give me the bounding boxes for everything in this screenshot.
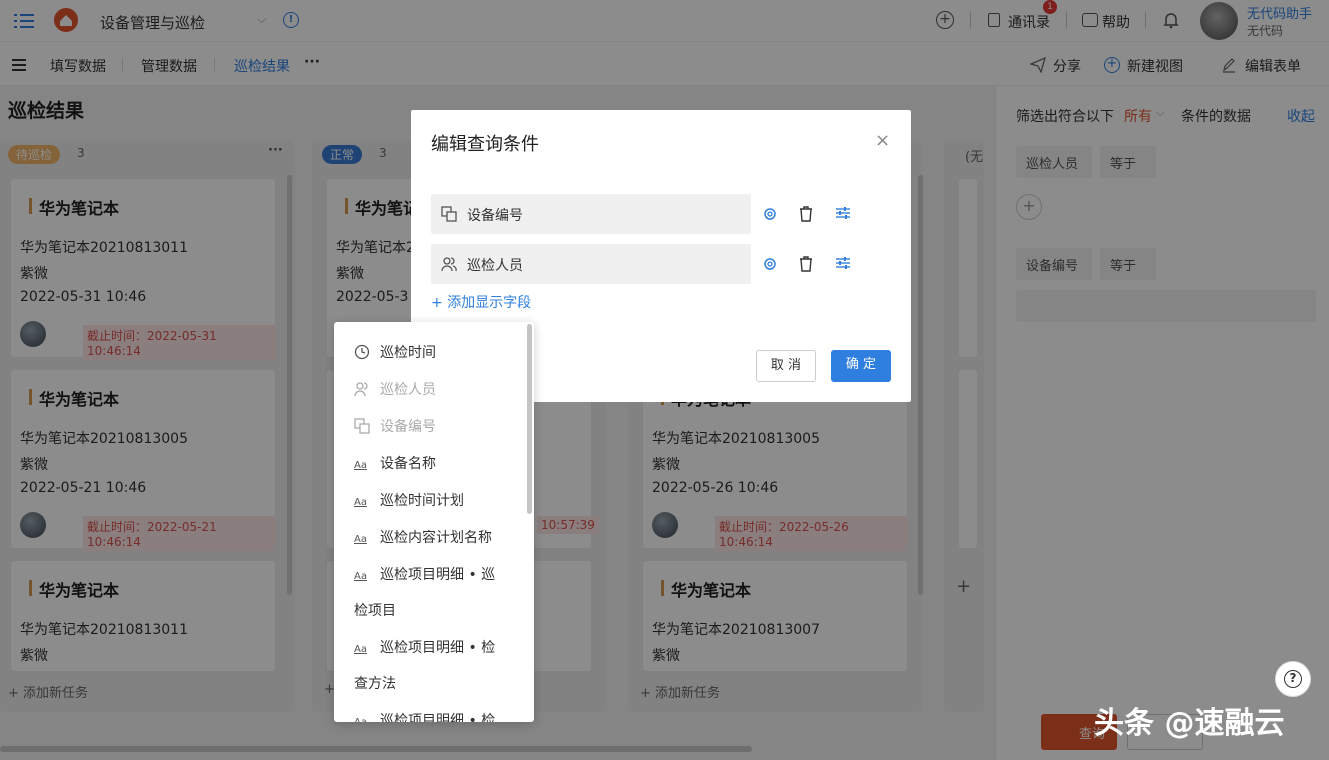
- dropdown-item-label: 巡检项目明细 • 巡: [380, 567, 496, 583]
- field-label: 设备编号: [467, 208, 523, 224]
- help-float-button[interactable]: ?: [1275, 661, 1311, 697]
- dropdown-item: 巡检人员: [354, 379, 436, 399]
- dropdown-item-label: 巡检时间计划: [380, 493, 464, 509]
- dropdown-item: 设备编号: [354, 416, 436, 436]
- link-icon: [441, 206, 457, 222]
- add-display-field-button[interactable]: + 添加显示字段: [431, 292, 531, 312]
- link-icon: [354, 418, 370, 434]
- plus-icon: +: [431, 295, 448, 311]
- close-icon[interactable]: ×: [875, 130, 890, 151]
- scrollbar[interactable]: [527, 324, 532, 514]
- field-label: 巡检人员: [467, 258, 523, 274]
- dropdown-item[interactable]: Aa 巡检内容计划名称: [354, 527, 492, 547]
- text-icon: Aa: [354, 534, 367, 545]
- trash-icon[interactable]: [799, 206, 813, 222]
- confirm-button[interactable]: 确 定: [831, 350, 891, 382]
- dropdown-item-label: 巡检项目明细 • 检: [380, 713, 496, 722]
- clock-icon: [354, 344, 370, 360]
- field-dropdown-menu: 巡检时间 巡检人员 设备编号 Aa 设备名称 Aa 巡检时间计划 Aa 巡检内容计划名…: [334, 322, 534, 722]
- gear-icon[interactable]: [762, 256, 778, 272]
- text-icon: Aa: [354, 497, 367, 508]
- dropdown-item[interactable]: Aa 巡检项目明细 • 巡: [354, 564, 495, 584]
- text-icon: Aa: [354, 460, 367, 471]
- dropdown-item-label: 巡检项目明细 • 检: [380, 640, 496, 656]
- query-field-row[interactable]: 设备编号: [431, 194, 751, 234]
- dropdown-item-label: 设备名称: [380, 456, 436, 472]
- user-icon: [354, 382, 368, 397]
- text-icon: Aa: [354, 717, 370, 722]
- question-icon: ?: [1284, 670, 1302, 688]
- dialog-title: 编辑查询条件: [431, 134, 539, 155]
- dropdown-item-label: 巡检时间: [380, 345, 436, 361]
- dropdown-item-continued[interactable]: 检项目: [354, 600, 396, 620]
- text-icon: Aa: [354, 571, 367, 582]
- trash-icon[interactable]: [799, 256, 813, 272]
- sliders-icon[interactable]: [836, 256, 850, 270]
- dropdown-item-label: 查方法: [354, 676, 396, 692]
- dropdown-item-continued[interactable]: 查方法: [354, 673, 396, 693]
- sliders-icon[interactable]: [836, 206, 850, 220]
- add-field-label: 添加显示字段: [447, 295, 532, 311]
- dropdown-item[interactable]: Aa 巡检项目明细 • 检: [354, 710, 495, 722]
- dropdown-item[interactable]: Aa 设备名称: [354, 453, 436, 473]
- watermark: 头条 @速融云: [1094, 706, 1285, 741]
- dropdown-item-label: 检项目: [354, 603, 396, 619]
- cancel-button[interactable]: 取 消: [756, 350, 816, 382]
- dropdown-item[interactable]: Aa 巡检时间计划: [354, 490, 464, 510]
- user-icon: [441, 256, 457, 272]
- gear-icon[interactable]: [762, 206, 778, 222]
- text-icon: Aa: [354, 644, 367, 655]
- dropdown-item[interactable]: 巡检时间: [354, 342, 436, 362]
- query-field-row[interactable]: 巡检人员: [431, 244, 751, 284]
- dropdown-item-label: 设备编号: [380, 419, 436, 435]
- dropdown-item[interactable]: Aa 巡检项目明细 • 检: [354, 637, 495, 657]
- dropdown-item-label: 巡检人员: [380, 382, 436, 398]
- dropdown-item-label: 巡检内容计划名称: [380, 530, 492, 546]
